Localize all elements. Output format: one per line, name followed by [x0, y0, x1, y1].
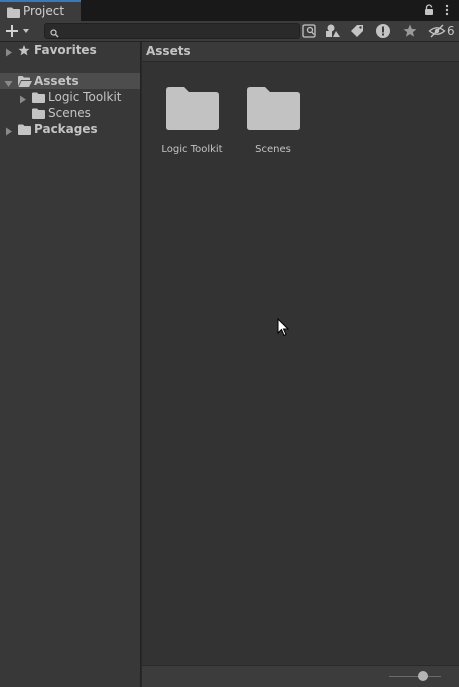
- search-by-log-icon[interactable]: [348, 22, 370, 40]
- folder-icon: [18, 124, 31, 138]
- folder-icon: [247, 86, 300, 133]
- folder-icon: [7, 7, 20, 21]
- expand-arrow-icon[interactable]: [5, 125, 13, 139]
- asset-browser: Assets Logic Toolkit Scenes: [142, 42, 459, 687]
- asset-label: Logic Toolkit: [161, 144, 223, 155]
- tree-item-favorites[interactable]: Favorites: [0, 42, 140, 58]
- tree-label: Favorites: [34, 43, 97, 57]
- search-input[interactable]: [44, 23, 300, 39]
- folder-icon: [166, 86, 219, 133]
- tree-item-assets[interactable]: Assets: [0, 73, 140, 89]
- tab-label: Project: [23, 4, 65, 18]
- asset-footer: [142, 665, 459, 687]
- create-dropdown-button[interactable]: [6, 23, 34, 39]
- asset-item-logic-toolkit[interactable]: Logic Toolkit: [151, 82, 233, 162]
- zoom-slider-thumb[interactable]: [418, 671, 429, 681]
- breadcrumb-assets[interactable]: Assets: [146, 44, 191, 58]
- breadcrumb: Assets: [142, 42, 459, 62]
- search-by-label-icon[interactable]: [323, 22, 345, 40]
- project-tree-sidebar: Favorites Assets Logic Toolkit Scenes Pa…: [0, 42, 141, 687]
- hidden-count: 6: [447, 24, 455, 38]
- project-toolbar: 6: [0, 21, 459, 42]
- open-folder-icon: [18, 76, 32, 90]
- asset-label: Scenes: [255, 144, 291, 155]
- favorite-icon[interactable]: [401, 22, 423, 40]
- hidden-packages-button[interactable]: 6: [428, 22, 458, 40]
- search-icon: [50, 27, 59, 41]
- kebab-menu-icon[interactable]: [445, 4, 449, 19]
- tree-label: Packages: [34, 122, 98, 136]
- asset-item-scenes[interactable]: Scenes: [232, 82, 314, 162]
- search-by-type-icon[interactable]: [301, 22, 323, 40]
- tree-item-logic-toolkit[interactable]: Logic Toolkit: [0, 89, 140, 105]
- warning-filter-icon[interactable]: [374, 22, 396, 40]
- folder-icon: [32, 92, 45, 106]
- tree-item-scenes[interactable]: Scenes: [0, 105, 140, 121]
- folder-icon: [32, 108, 45, 122]
- expand-arrow-icon[interactable]: [5, 46, 13, 60]
- mouse-cursor-icon: [277, 317, 290, 340]
- window-tab-bar: Project: [0, 0, 459, 21]
- lock-icon[interactable]: [424, 4, 434, 19]
- tree-item-packages[interactable]: Packages: [0, 121, 140, 137]
- tree-label: Assets: [34, 74, 79, 88]
- zoom-slider[interactable]: [389, 671, 441, 681]
- tree-label: Logic Toolkit: [48, 90, 122, 104]
- star-icon: [18, 45, 30, 59]
- tree-label: Scenes: [48, 106, 91, 120]
- tab-project[interactable]: Project: [0, 0, 81, 21]
